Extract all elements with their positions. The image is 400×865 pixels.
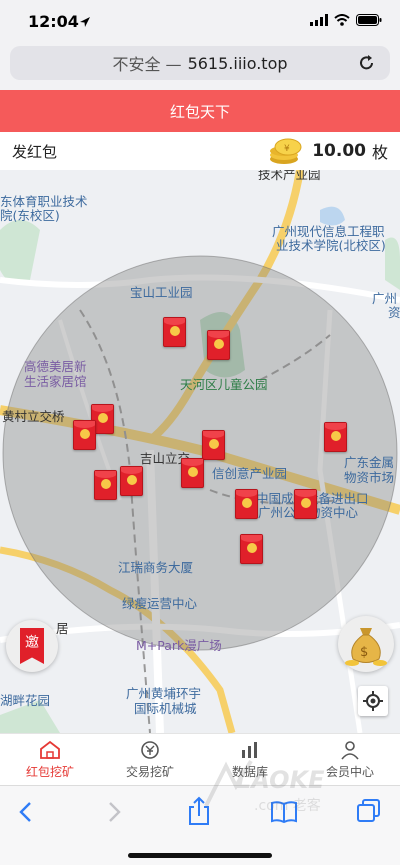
- invite-label: 邀: [20, 628, 44, 664]
- location-arrow-icon: [80, 17, 90, 27]
- forward-arrow-icon[interactable]: [104, 800, 124, 824]
- app-root: 12:04 不安全 — 5615.iiio.top 红包天下 发红包 ¥ 10.…: [0, 0, 400, 865]
- locate-button[interactable]: [358, 686, 388, 716]
- map-label: M+Park漫广场: [136, 638, 222, 653]
- coin-balance: ¥ 10.00 枚: [268, 137, 388, 165]
- tab-label: 交易挖矿: [125, 764, 174, 779]
- home-icon: [40, 740, 60, 759]
- map-label: 黄村立交桥: [2, 409, 65, 424]
- page-title: 红包天下: [169, 102, 230, 121]
- map-label: 宝山工业园: [130, 285, 193, 300]
- red-envelope-marker[interactable]: [120, 466, 143, 496]
- send-redpacket-button[interactable]: 发红包: [12, 141, 57, 162]
- balance-value: 10.00: [312, 141, 366, 161]
- map-label: 信创意产业园: [212, 466, 288, 481]
- cellular-signal-icon: [310, 14, 328, 26]
- red-envelope-marker[interactable]: [240, 534, 263, 564]
- tab-trade-mining[interactable]: 交易挖矿: [100, 734, 200, 785]
- red-envelope-marker[interactable]: [202, 430, 225, 460]
- crosshair-icon: [363, 691, 383, 711]
- map-label: 广州黄埔环宇: [126, 686, 202, 701]
- red-envelope-marker[interactable]: [181, 458, 204, 488]
- tab-label: 红包挖矿: [25, 764, 74, 779]
- map-label: 生活家居馆: [24, 374, 87, 389]
- yen-circle-icon: [141, 740, 159, 759]
- map-label: 江瑞商务大厦: [118, 560, 194, 575]
- browser-address-area: 不安全 — 5615.iiio.top: [0, 44, 400, 90]
- gold-coins-icon: ¥: [270, 138, 302, 164]
- red-envelope-marker[interactable]: [324, 422, 347, 452]
- home-indicator: [128, 853, 272, 858]
- tab-redpacket-mining[interactable]: 红包挖矿: [0, 734, 100, 785]
- map-label: 国际机械城: [134, 701, 197, 716]
- map-label: 天河区儿童公园: [180, 377, 268, 392]
- map-label: 物资市场: [344, 470, 395, 485]
- svg-text:¥: ¥: [284, 144, 290, 154]
- red-envelope-marker[interactable]: [207, 330, 230, 360]
- app-header: 红包天下: [0, 90, 400, 132]
- tabs-icon[interactable]: [356, 798, 382, 824]
- map-label: 院(东校区): [0, 208, 60, 223]
- map-view[interactable]: 技术产业园 东体育职业技术 院(东校区) 广州现代信息工程职 业技术学院(北校区…: [0, 170, 400, 733]
- map-label: 业技术学院(北校区): [276, 238, 386, 253]
- security-label: 不安全 —: [112, 55, 182, 74]
- red-envelope-marker[interactable]: [94, 470, 117, 500]
- svg-text:$: $: [360, 645, 368, 660]
- svg-text:.com 老客: .com 老客: [254, 797, 321, 814]
- url-host: 5615.iiio.top: [187, 53, 288, 73]
- battery-icon: [356, 14, 382, 26]
- address-bar[interactable]: 不安全 — 5615.iiio.top: [10, 46, 390, 80]
- laoke-watermark-logo: LAOKE .com 老客: [204, 759, 325, 814]
- status-time: 12:04: [28, 12, 79, 31]
- red-envelope-marker[interactable]: [73, 420, 96, 450]
- map-label: 居: [56, 621, 69, 636]
- map-label: 湖畔花园: [0, 693, 51, 708]
- status-bar: 12:04: [0, 0, 400, 44]
- back-arrow-icon[interactable]: [16, 800, 36, 824]
- map-label: 广州: [372, 291, 398, 306]
- map-label: 技术产业园: [258, 170, 321, 182]
- map-label: 绿瘦运营中心: [122, 596, 198, 611]
- invite-button[interactable]: 邀: [6, 620, 58, 672]
- map-label: 广东金属: [344, 455, 395, 470]
- map-label: 广州现代信息工程职: [272, 224, 385, 239]
- wifi-icon: [334, 14, 350, 26]
- money-bag-icon: $: [345, 628, 387, 666]
- red-envelope-marker[interactable]: [235, 489, 258, 519]
- svg-text:LAOKE: LAOKE: [236, 766, 325, 794]
- reload-icon[interactable]: [358, 54, 376, 72]
- map-label: 东体育职业技术: [0, 194, 88, 209]
- map-label: 高德美居新: [24, 359, 87, 374]
- red-envelope-marker[interactable]: [163, 317, 186, 347]
- money-bag-button[interactable]: $: [338, 616, 394, 672]
- red-envelope-marker[interactable]: [294, 489, 317, 519]
- map-label: 资: [388, 305, 400, 320]
- info-row: 发红包 ¥ 10.00 枚: [0, 132, 400, 170]
- balance-unit: 枚: [371, 143, 388, 162]
